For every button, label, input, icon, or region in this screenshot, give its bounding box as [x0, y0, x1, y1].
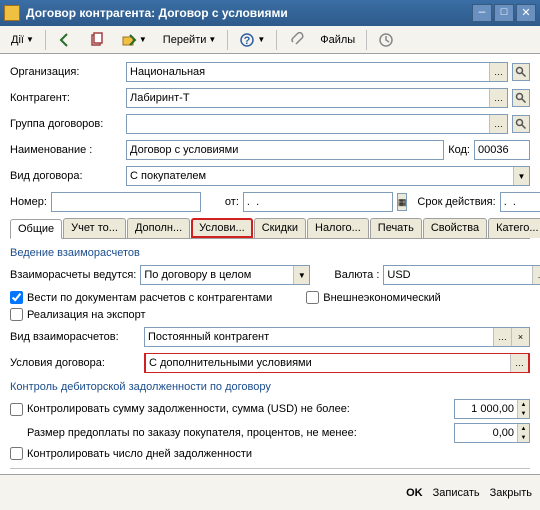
- from-label: от:: [225, 196, 239, 208]
- select-button[interactable]: …: [489, 63, 507, 81]
- spin-up[interactable]: ▲: [517, 424, 529, 433]
- copy-button[interactable]: [82, 29, 112, 51]
- counterparty-field[interactable]: …: [126, 88, 508, 108]
- back-button[interactable]: [50, 29, 80, 51]
- help-button[interactable]: ?▼: [232, 29, 272, 51]
- files-menu[interactable]: Файлы: [313, 29, 362, 51]
- select-button[interactable]: …: [489, 115, 507, 133]
- counterparty-label: Контрагент:: [10, 92, 122, 104]
- tab-conditions[interactable]: Услови...: [191, 218, 253, 238]
- actions-menu[interactable]: Дії▼: [4, 29, 41, 51]
- clear-button[interactable]: ×: [511, 328, 529, 346]
- contract-terms-field[interactable]: …: [144, 353, 530, 373]
- contract-terms-label: Условия договора:: [10, 357, 140, 369]
- chk-debt-sum-label: Контролировать сумму задолженности, сумм…: [27, 403, 450, 415]
- valid-until-field[interactable]: [500, 192, 540, 212]
- attach-button[interactable]: [281, 29, 311, 51]
- settlements-section: Ведение взаиморасчетов: [10, 247, 530, 259]
- chk-debt-days-label: Контролировать число дней задолженности: [27, 448, 252, 460]
- code-field[interactable]: [474, 140, 530, 160]
- settle-by-dropdown[interactable]: По договору в целом ▼: [140, 265, 310, 285]
- post-button[interactable]: ▼: [114, 29, 154, 51]
- select-button[interactable]: …: [510, 354, 528, 372]
- chk-foreign-label: Внешнеэкономический: [323, 292, 441, 304]
- organization-field[interactable]: …: [126, 62, 508, 82]
- prepay-pct-label: Размер предоплаты по заказу покупателя, …: [27, 427, 450, 439]
- close-button[interactable]: ✕: [516, 4, 536, 22]
- valid-until-label: Срок действия:: [417, 196, 495, 208]
- history-button[interactable]: [371, 29, 401, 51]
- settle-by-label: Взаиморасчеты ведутся:: [10, 269, 136, 281]
- number-label: Номер:: [10, 196, 47, 208]
- settle-type-field[interactable]: … ×: [144, 327, 530, 347]
- debt-section: Контроль дебиторской задолженности по до…: [10, 381, 530, 393]
- tab-goods[interactable]: Учет то...: [63, 218, 126, 238]
- tab-additional[interactable]: Дополн...: [127, 218, 190, 238]
- ok-button[interactable]: OK: [406, 487, 423, 499]
- chk-docs-label: Вести по документам расчетов с контраген…: [27, 292, 272, 304]
- from-date-field[interactable]: [243, 192, 393, 212]
- contract-group-label: Группа договоров:: [10, 118, 122, 130]
- chk-export[interactable]: [10, 308, 23, 321]
- chevron-down-icon[interactable]: ▼: [293, 266, 309, 284]
- close-form-button[interactable]: Закрыть: [490, 487, 532, 499]
- chk-docs[interactable]: [10, 291, 23, 304]
- name-label: Наименование :: [10, 144, 122, 156]
- spin-up[interactable]: ▲: [517, 400, 529, 409]
- select-button[interactable]: …: [489, 89, 507, 107]
- chevron-down-icon[interactable]: ▼: [513, 167, 529, 185]
- currency-field[interactable]: …: [383, 265, 540, 285]
- contract-type-label: Вид договора:: [10, 170, 122, 182]
- window-title: Договор контрагента: Договор с условиями: [26, 6, 470, 20]
- spin-down[interactable]: ▼: [517, 433, 529, 442]
- navigate-menu[interactable]: Перейти▼: [156, 29, 224, 51]
- organization-label: Организация:: [10, 66, 122, 78]
- toolbar: Дії▼ ▼ Перейти▼ ?▼ Файлы: [0, 26, 540, 54]
- maximize-button[interactable]: □: [494, 4, 514, 22]
- save-button[interactable]: Записать: [433, 487, 480, 499]
- svg-text:?: ?: [244, 35, 251, 47]
- chk-debt-days[interactable]: [10, 447, 23, 460]
- spin-down[interactable]: ▼: [517, 409, 529, 418]
- settle-type-label: Вид взаиморасчетов:: [10, 331, 140, 343]
- contract-type-dropdown[interactable]: С покупателем ▼: [126, 166, 530, 186]
- code-label: Код:: [448, 144, 470, 156]
- lookup-icon[interactable]: [512, 89, 530, 107]
- tab-tax[interactable]: Налого...: [307, 218, 369, 238]
- app-icon: [4, 5, 20, 21]
- number-field[interactable]: [51, 192, 201, 212]
- prepay-pct-field[interactable]: ▲▼: [454, 423, 530, 443]
- tab-categories[interactable]: Катего...: [488, 218, 540, 238]
- chk-debt-sum[interactable]: [10, 403, 23, 416]
- select-button[interactable]: …: [532, 266, 540, 284]
- name-field[interactable]: [126, 140, 444, 160]
- lookup-icon[interactable]: [512, 63, 530, 81]
- calendar-icon[interactable]: ▦: [397, 193, 408, 211]
- lookup-icon[interactable]: [512, 115, 530, 133]
- select-button[interactable]: …: [493, 328, 511, 346]
- tab-general[interactable]: Общие: [10, 219, 62, 239]
- debt-sum-field[interactable]: ▲▼: [454, 399, 530, 419]
- minimize-button[interactable]: —: [472, 4, 492, 22]
- tab-properties[interactable]: Свойства: [423, 218, 487, 238]
- tab-bar: Общие Учет то... Дополн... Услови... Ски…: [10, 218, 530, 239]
- contract-group-field[interactable]: …: [126, 114, 508, 134]
- tab-discounts[interactable]: Скидки: [254, 218, 306, 238]
- chk-export-label: Реализация на экспорт: [27, 309, 146, 321]
- tab-print[interactable]: Печать: [370, 218, 422, 238]
- chk-foreign[interactable]: [306, 291, 319, 304]
- currency-label: Валюта :: [334, 269, 379, 281]
